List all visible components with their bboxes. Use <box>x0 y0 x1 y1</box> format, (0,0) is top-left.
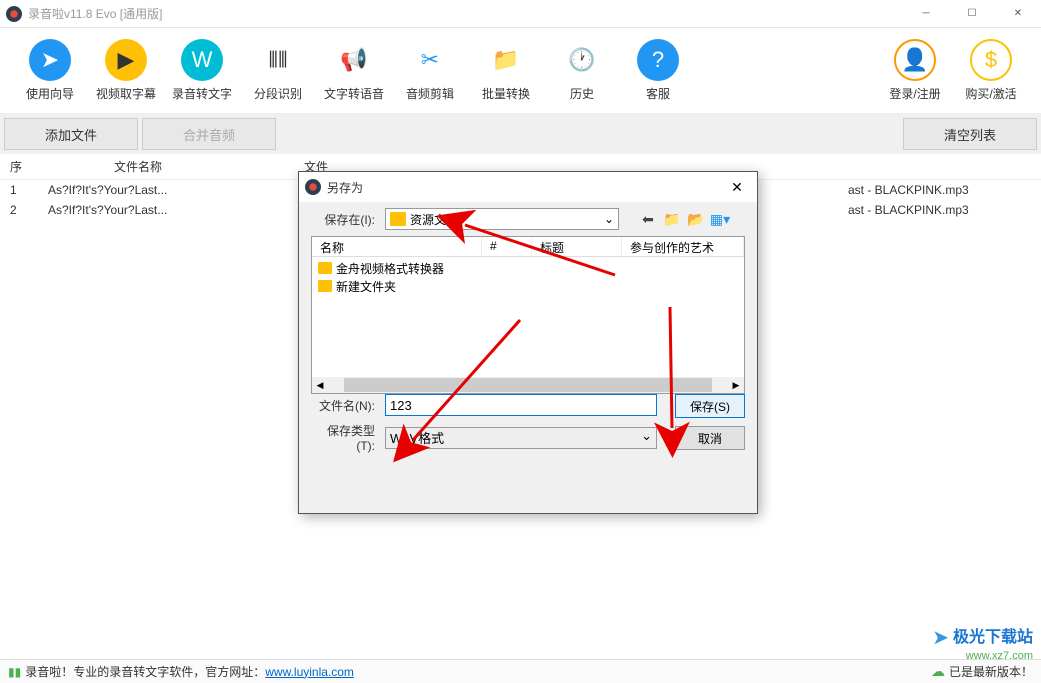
scroll-thumb[interactable] <box>344 378 712 392</box>
toolbar-label: 客服 <box>646 85 670 102</box>
col-path[interactable] <box>338 165 1041 169</box>
dialog-title: 另存为 <box>327 179 717 196</box>
toolbar-label: 视频取字幕 <box>96 85 156 102</box>
watermark: ➤ 极光下载站 www.xz7.com <box>932 626 1033 663</box>
status-text: 录音啦！专业的录音转文字软件，官方网址： <box>25 663 265 680</box>
folder-icon <box>318 262 332 274</box>
toolbar-item-5[interactable]: ✂ 音频剪辑 <box>392 39 468 102</box>
scroll-left-icon[interactable]: ◀ <box>312 380 328 391</box>
toolbar-icon: 🕐 <box>561 39 603 81</box>
chevron-down-icon: ⌄ <box>641 428 652 444</box>
toolbar-label: 登录/注册 <box>889 85 940 102</box>
scroll-right-icon[interactable]: ▶ <box>728 380 744 391</box>
save-button[interactable]: 保存(S) <box>675 394 745 418</box>
folder-icon <box>318 280 332 292</box>
toolbar-item-0[interactable]: ➤ 使用向导 <box>12 39 88 102</box>
save-as-dialog: 另存为 ✕ 保存在(I): 资源文件 ⌄ ⬅ 📁 📂 ▦▾ 名称 # <box>298 171 758 514</box>
view-menu-icon[interactable]: ▦▾ <box>711 210 729 228</box>
back-icon[interactable]: ⬅ <box>639 210 657 228</box>
col-artist[interactable]: 参与创作的艺术 <box>622 237 744 256</box>
file-list[interactable]: 名称 # 标题 参与创作的艺术 金舟视频格式转换器新建文件夹 <box>311 236 745 394</box>
filetype-label: 保存类型(T): <box>311 422 375 453</box>
toolbar-icon: ⦀⦀ <box>257 39 299 81</box>
filetype-select[interactable]: WAV格式 ⌄ <box>385 427 657 449</box>
toolbar-label: 历史 <box>570 85 594 102</box>
toolbar-label: 音频剪辑 <box>406 85 454 102</box>
cloud-icon: ☁ <box>931 663 945 680</box>
list-item[interactable]: 新建文件夹 <box>314 277 742 295</box>
app-icon <box>6 6 22 22</box>
horizontal-scrollbar[interactable]: ◀ ▶ <box>312 377 744 393</box>
col-seq[interactable]: 序 <box>0 156 38 177</box>
dialog-close-button[interactable]: ✕ <box>717 179 757 196</box>
toolbar-label: 使用向导 <box>26 85 74 102</box>
toolbar-right-item-0[interactable]: 👤 登录/注册 <box>877 39 953 102</box>
toolbar-label: 录音转文字 <box>172 85 232 102</box>
merge-audio-button[interactable]: 合并音频 <box>142 118 276 150</box>
col-fname[interactable]: 名称 <box>312 237 482 256</box>
signal-icon: ▮▮ <box>8 665 21 679</box>
toolbar-label: 购买/激活 <box>965 85 1016 102</box>
col-name[interactable]: 文件名称 <box>38 156 238 177</box>
location-text: 资源文件 <box>410 211 458 228</box>
toolbar-icon: 📁 <box>485 39 527 81</box>
toolbar-item-4[interactable]: 📢 文字转语音 <box>316 39 392 102</box>
filename-input[interactable] <box>385 394 657 416</box>
close-button[interactable]: ✕ <box>995 0 1041 27</box>
clear-list-button[interactable]: 清空列表 <box>903 118 1037 150</box>
toolbar-label: 文字转语音 <box>324 85 384 102</box>
watermark-icon: ➤ <box>932 626 949 650</box>
toolbar-icon: 📢 <box>333 39 375 81</box>
dialog-icon <box>305 179 321 195</box>
new-folder-icon[interactable]: 📂 <box>687 210 705 228</box>
toolbar-label: 批量转换 <box>482 85 530 102</box>
cancel-button[interactable]: 取消 <box>675 426 745 450</box>
version-text: 已是最新版本！ <box>949 663 1033 680</box>
toolbar-icon: 👤 <box>894 39 936 81</box>
toolbar-item-6[interactable]: 📁 批量转换 <box>468 39 544 102</box>
toolbar-icon: ➤ <box>29 39 71 81</box>
filename-label: 文件名(N): <box>311 397 375 414</box>
action-bar: 添加文件 合并音频 清空列表 <box>0 114 1041 154</box>
minimize-button[interactable]: ─ <box>903 0 949 27</box>
maximize-button[interactable]: ☐ <box>949 0 995 27</box>
save-in-label: 保存在(I): <box>311 211 375 228</box>
toolbar-item-1[interactable]: ▶ 视频取字幕 <box>88 39 164 102</box>
toolbar-label: 分段识别 <box>254 85 302 102</box>
toolbar-icon: ✂ <box>409 39 451 81</box>
toolbar-icon: ▶ <box>105 39 147 81</box>
toolbar-icon: W <box>181 39 223 81</box>
dialog-titlebar[interactable]: 另存为 ✕ <box>299 172 757 202</box>
col-num[interactable]: # <box>482 237 532 256</box>
window-title: 录音啦v11.8 Evo [通用版] <box>28 5 903 22</box>
toolbar-item-7[interactable]: 🕐 历史 <box>544 39 620 102</box>
main-toolbar: ➤ 使用向导 ▶ 视频取字幕 W 录音转文字 ⦀⦀ 分段识别 📢 文字转语音 ✂ 音频剪辑 📁 批量转换 🕐… <box>0 28 1041 114</box>
up-folder-icon[interactable]: 📁 <box>663 210 681 228</box>
chevron-down-icon: ⌄ <box>604 212 614 226</box>
location-combo[interactable]: 资源文件 ⌄ <box>385 208 619 230</box>
status-bar: ▮▮ 录音啦！专业的录音转文字软件，官方网址： www.luyinla.com … <box>0 659 1041 683</box>
titlebar: 录音啦v11.8 Evo [通用版] ─ ☐ ✕ <box>0 0 1041 28</box>
add-file-button[interactable]: 添加文件 <box>4 118 138 150</box>
toolbar-item-8[interactable]: ? 客服 <box>620 39 696 102</box>
list-item[interactable]: 金舟视频格式转换器 <box>314 259 742 277</box>
toolbar-item-3[interactable]: ⦀⦀ 分段识别 <box>240 39 316 102</box>
col-title[interactable]: 标题 <box>532 237 622 256</box>
toolbar-right-item-1[interactable]: $ 购买/激活 <box>953 39 1029 102</box>
toolbar-icon: $ <box>970 39 1012 81</box>
toolbar-icon: ? <box>637 39 679 81</box>
toolbar-item-2[interactable]: W 录音转文字 <box>164 39 240 102</box>
watermark-name: 极光下载站 <box>953 628 1033 647</box>
status-url[interactable]: www.luyinla.com <box>265 665 354 679</box>
folder-icon <box>390 212 406 226</box>
